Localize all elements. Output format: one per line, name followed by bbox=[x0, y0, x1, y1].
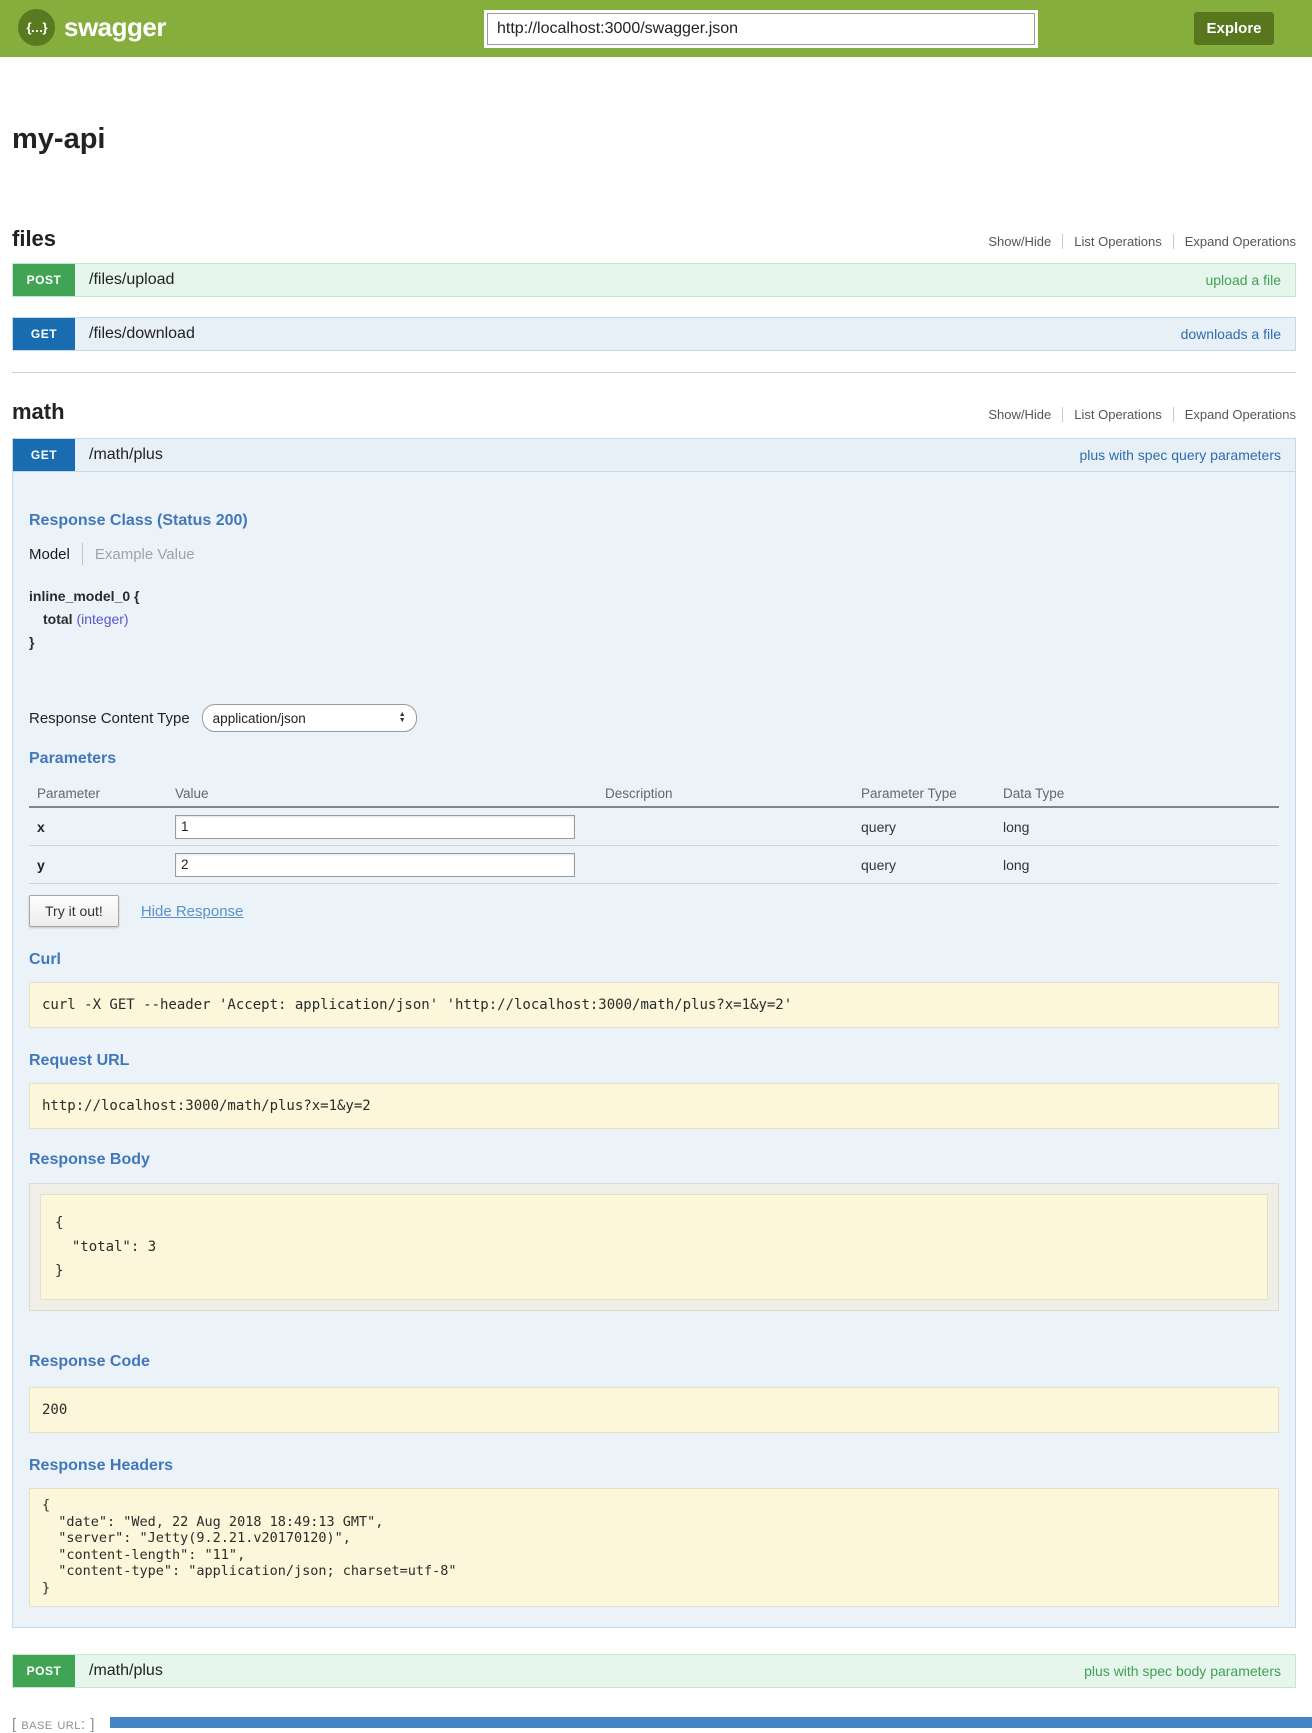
model-property-name: total bbox=[43, 611, 73, 627]
model-close-brace: } bbox=[29, 631, 1279, 654]
col-parameter-type: Parameter Type bbox=[861, 786, 1003, 801]
model-property-type: (integer) bbox=[76, 611, 128, 627]
parameters-table: Parameter Value Description Parameter Ty… bbox=[29, 780, 1279, 884]
show-hide-link[interactable]: Show/Hide bbox=[977, 407, 1062, 422]
files-section-controls: Show/Hide List Operations Expand Operati… bbox=[977, 234, 1296, 252]
list-operations-link[interactable]: List Operations bbox=[1062, 234, 1172, 249]
post-method-badge: POST bbox=[13, 1655, 75, 1687]
request-url-value: http://localhost:3000/math/plus?x=1&y=2 bbox=[29, 1083, 1279, 1129]
operation-expanded-content: Response Class (Status 200) Model Exampl… bbox=[12, 472, 1296, 1628]
parameters-table-header: Parameter Value Description Parameter Ty… bbox=[29, 780, 1279, 808]
section-divider bbox=[12, 372, 1296, 373]
post-method-badge: POST bbox=[13, 264, 75, 296]
response-headers-heading: Response Headers bbox=[29, 1457, 1279, 1475]
response-content-type-row: Response Content Type application/json ▲… bbox=[29, 704, 1279, 732]
param-data-type: long bbox=[1003, 857, 1279, 873]
response-code-value: 200 bbox=[29, 1387, 1279, 1433]
brand-name: swagger bbox=[64, 12, 166, 43]
select-arrows-icon: ▲▼ bbox=[399, 712, 406, 724]
parameter-row-x: x query long bbox=[29, 808, 1279, 846]
files-section-title: files bbox=[12, 226, 56, 252]
curl-command: curl -X GET --header 'Accept: applicatio… bbox=[29, 982, 1279, 1028]
operation-path[interactable]: /math/plus bbox=[89, 446, 163, 464]
explore-button[interactable]: Explore bbox=[1194, 12, 1274, 45]
response-headers-json: { "date": "Wed, 22 Aug 2018 18:49:13 GMT… bbox=[29, 1488, 1279, 1607]
response-content-type-select[interactable]: application/json ▲▼ bbox=[202, 704, 417, 732]
response-class-heading: Response Class (Status 200) bbox=[29, 512, 1279, 530]
page-title: my-api bbox=[12, 123, 1296, 156]
math-section-header: math Show/Hide List Operations Expand Op… bbox=[12, 399, 1296, 425]
param-type: query bbox=[861, 819, 1003, 835]
model-open-brace: inline_model_0 { bbox=[29, 585, 1279, 608]
selected-content-type: application/json bbox=[213, 711, 306, 726]
tab-separator bbox=[82, 543, 83, 565]
header-bar: {…} swagger Explore bbox=[0, 0, 1312, 57]
operation-math-plus-get[interactable]: GET /math/plus plus with spec query para… bbox=[12, 438, 1296, 472]
response-content-type-label: Response Content Type bbox=[29, 710, 190, 727]
request-url-heading: Request URL bbox=[29, 1052, 1279, 1070]
col-data-type: Data Type bbox=[1003, 786, 1279, 801]
list-operations-link[interactable]: List Operations bbox=[1062, 407, 1172, 422]
hide-response-link[interactable]: Hide Response bbox=[141, 903, 244, 920]
operation-path[interactable]: /math/plus bbox=[89, 1662, 163, 1680]
tab-model[interactable]: Model bbox=[29, 546, 70, 563]
swagger-brand[interactable]: {…} swagger bbox=[18, 9, 166, 46]
param-data-type: long bbox=[1003, 819, 1279, 835]
col-parameter: Parameter bbox=[37, 786, 175, 801]
math-section-controls: Show/Hide List Operations Expand Operati… bbox=[977, 407, 1296, 425]
curl-heading: Curl bbox=[29, 951, 1279, 969]
operation-summary[interactable]: plus with spec body parameters bbox=[1084, 1663, 1281, 1679]
response-body-heading: Response Body bbox=[29, 1151, 1279, 1169]
files-section-header: files Show/Hide List Operations Expand O… bbox=[12, 226, 1296, 252]
get-method-badge: GET bbox=[13, 318, 75, 350]
param-name: y bbox=[37, 857, 175, 873]
math-section-title: math bbox=[12, 399, 65, 425]
model-signature: inline_model_0 { total (integer) } bbox=[29, 585, 1279, 654]
col-value: Value bbox=[175, 786, 605, 801]
operation-files-upload[interactable]: POST /files/upload upload a file bbox=[12, 263, 1296, 297]
param-y-value-input[interactable] bbox=[175, 853, 575, 877]
parameter-row-y: y query long bbox=[29, 846, 1279, 884]
actions-row: Try it out! Hide Response bbox=[29, 895, 1279, 927]
response-code-heading: Response Code bbox=[29, 1353, 1279, 1371]
spec-url-input[interactable] bbox=[487, 13, 1035, 45]
show-hide-link[interactable]: Show/Hide bbox=[977, 234, 1062, 249]
col-description: Description bbox=[605, 786, 861, 801]
swagger-logo-icon: {…} bbox=[18, 9, 55, 46]
operation-summary[interactable]: downloads a file bbox=[1181, 326, 1281, 342]
response-body-container: { "total": 3 } bbox=[29, 1183, 1279, 1311]
param-x-value-input[interactable] bbox=[175, 815, 575, 839]
operation-math-plus-post[interactable]: POST /math/plus plus with spec body para… bbox=[12, 1654, 1296, 1688]
expand-operations-link[interactable]: Expand Operations bbox=[1173, 407, 1296, 422]
operation-summary[interactable]: upload a file bbox=[1205, 272, 1281, 288]
get-method-badge: GET bbox=[13, 439, 75, 471]
param-name: x bbox=[37, 819, 175, 835]
param-type: query bbox=[861, 857, 1003, 873]
operation-path[interactable]: /files/upload bbox=[89, 271, 174, 289]
operation-path[interactable]: /files/download bbox=[89, 325, 195, 343]
operation-files-download[interactable]: GET /files/download downloads a file bbox=[12, 317, 1296, 351]
parameters-heading: Parameters bbox=[29, 750, 1279, 768]
tab-example-value[interactable]: Example Value bbox=[95, 546, 195, 563]
response-body-json: { "total": 3 } bbox=[40, 1194, 1268, 1300]
expand-operations-link[interactable]: Expand Operations bbox=[1173, 234, 1296, 249]
model-tabs: Model Example Value bbox=[29, 543, 1279, 565]
try-it-out-button[interactable]: Try it out! bbox=[29, 895, 119, 927]
operation-summary[interactable]: plus with spec query parameters bbox=[1079, 447, 1281, 463]
bottom-scroll-strip bbox=[110, 1717, 1312, 1728]
